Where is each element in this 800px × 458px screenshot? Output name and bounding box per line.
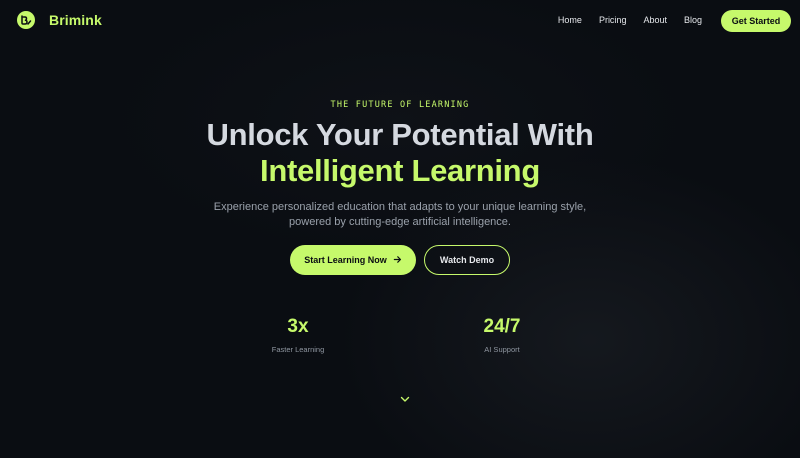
- hero-cta-row: Start Learning Now Watch Demo: [0, 245, 800, 275]
- start-learning-button[interactable]: Start Learning Now: [290, 245, 416, 275]
- watch-demo-button[interactable]: Watch Demo: [424, 245, 510, 275]
- stat-label: Faster Learning: [271, 345, 325, 354]
- arrow-right-icon: [393, 255, 402, 266]
- stat-value: 24/7: [483, 316, 521, 337]
- brand-logo-icon: [17, 11, 35, 29]
- top-navigation: Brimink Home Pricing About Blog Get Star…: [0, 0, 800, 42]
- hero-headline-line2: Intelligent Learning: [260, 153, 540, 188]
- start-learning-label: Start Learning Now: [304, 255, 387, 265]
- stat-faster-learning: 3x Faster Learning: [238, 316, 358, 354]
- stat-value: 3x: [287, 316, 309, 337]
- hero-description-line2: powered by cutting-edge artificial intel…: [289, 216, 511, 228]
- get-started-button[interactable]: Get Started: [721, 10, 791, 32]
- hero-headline-line1: Unlock Your Potential With: [206, 117, 594, 152]
- landing-page: Brimink Home Pricing About Blog Get Star…: [0, 0, 800, 458]
- stat-label: AI Support: [484, 345, 520, 354]
- hero-headline: Unlock Your Potential With Intelligent L…: [0, 117, 800, 189]
- nav-link-pricing[interactable]: Pricing: [599, 15, 627, 25]
- brand-link[interactable]: Brimink: [17, 11, 102, 29]
- chevron-down-icon[interactable]: [398, 393, 412, 405]
- nav-link-about[interactable]: About: [643, 15, 667, 25]
- hero-description-line1: Experience personalized education that a…: [213, 201, 587, 213]
- hero-description: Experience personalized education that a…: [0, 200, 800, 230]
- nav-links: Home Pricing About Blog: [541, 15, 702, 25]
- hero-eyebrow: THE FUTURE OF LEARNING: [330, 100, 470, 110]
- brand-name: Brimink: [49, 12, 102, 28]
- nav-link-home[interactable]: Home: [558, 15, 582, 25]
- nav-link-blog[interactable]: Blog: [684, 15, 702, 25]
- stat-ai-support: 24/7 AI Support: [442, 316, 562, 354]
